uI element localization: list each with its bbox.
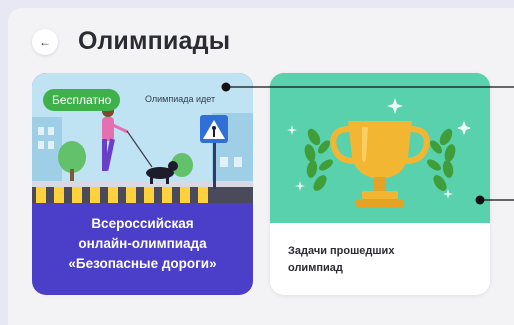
olympiad-title-line: онлайн-олимпиада xyxy=(78,236,207,251)
olympiad-title-line: «Безопасные дороги» xyxy=(68,256,217,271)
past-tasks-title-line: олимпиад xyxy=(288,262,343,274)
past-tasks-card[interactable]: Задачи прошедших олимпиад xyxy=(270,73,490,295)
past-tasks-title: Задачи прошедших олимпиад xyxy=(288,243,468,277)
back-button[interactable]: ← xyxy=(32,29,58,55)
trophy-illustration xyxy=(270,73,490,223)
free-badge: Бесплатно xyxy=(43,89,121,111)
page-title: Олимпиады xyxy=(78,27,231,55)
olympiad-title-line: Всероссийская xyxy=(91,216,194,231)
past-tasks-title-line: Задачи прошедших xyxy=(288,245,395,257)
olympiad-status: Олимпиада идет xyxy=(145,94,216,104)
olympiad-card[interactable]: Бесплатно Олимпиада идет Всероссийская о… xyxy=(32,73,253,295)
arrow-left-icon: ← xyxy=(39,35,51,49)
olympiad-title: Всероссийская онлайн-олимпиада «Безопасн… xyxy=(32,214,253,274)
